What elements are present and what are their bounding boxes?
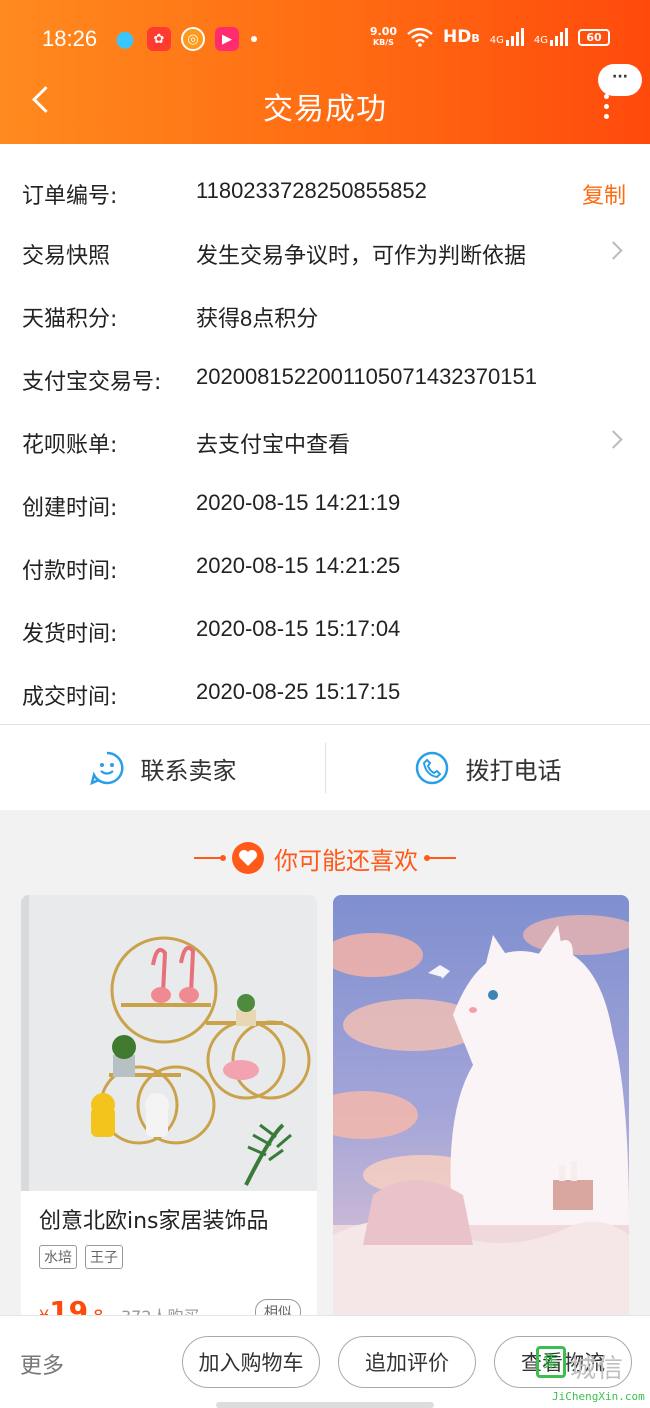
add-review-button[interactable]: 追加评价 bbox=[338, 1336, 476, 1388]
order-number-row: 订单编号: 1180233728250855852 复制 bbox=[0, 174, 650, 214]
product-image bbox=[21, 895, 317, 1191]
notification-icons: ● ✿ ◎ ▶ bbox=[113, 26, 257, 52]
home-indicator[interactable] bbox=[216, 1402, 434, 1408]
contact-actions: 联系卖家 拨打电话 bbox=[0, 724, 650, 810]
watermark: 集 城信 JiChengXin.com bbox=[532, 1346, 650, 1406]
page-title: 交易成功 bbox=[263, 92, 387, 127]
wifi-icon bbox=[407, 27, 433, 47]
deal-time-row: 成交时间: 2020-08-25 15:17:15 bbox=[0, 675, 650, 715]
product-name: 创意北欧ins家居装饰品 bbox=[39, 1209, 269, 1234]
paid-time-value: 2020-08-15 14:21:25 bbox=[196, 553, 401, 578]
signal-2-icon: 4G bbox=[534, 28, 568, 46]
product-tag: 王子 bbox=[85, 1245, 123, 1269]
watermark-logo: 集 bbox=[536, 1346, 566, 1378]
phone-icon bbox=[415, 751, 448, 785]
snapshot-value: 发生交易争议时，可作为判断依据 bbox=[196, 243, 527, 268]
product-card[interactable]: 创意北欧ins家居装饰品 水培 王子 ¥19.8 372人购买 相似 bbox=[21, 895, 317, 1325]
chevron-right-icon bbox=[604, 430, 623, 449]
huabei-row[interactable]: 花呗账单: 去支付宝中查看 bbox=[0, 423, 650, 463]
row-label: 订单编号: bbox=[22, 184, 118, 209]
created-time-value: 2020-08-15 14:21:19 bbox=[196, 490, 401, 515]
product-image bbox=[333, 895, 629, 1325]
order-number-value: 1180233728250855852 bbox=[196, 178, 427, 203]
call-phone-button[interactable]: 拨打电话 bbox=[325, 725, 650, 811]
deal-time-value: 2020-08-25 15:17:15 bbox=[196, 679, 401, 704]
add-to-cart-button[interactable]: 加入购物车 bbox=[182, 1336, 320, 1388]
recommend-title: 你可能还喜欢 bbox=[0, 838, 650, 878]
sim2-label: 4G bbox=[533, 35, 548, 46]
created-time-row: 创建时间: 2020-08-15 14:21:19 bbox=[0, 486, 650, 526]
watermark-text: 城信 bbox=[570, 1354, 625, 1384]
row-label: 成交时间: bbox=[22, 685, 118, 710]
copy-button[interactable]: 复制 bbox=[582, 178, 626, 210]
row-label: 天猫积分: bbox=[22, 307, 118, 332]
shipped-time-value: 2020-08-15 15:17:04 bbox=[196, 616, 401, 641]
hd-label: HD bbox=[443, 27, 472, 47]
status-bar: 18:26 ● ✿ ◎ ▶ 9.00 KB/S HDB 4G 4G 60 bbox=[0, 0, 650, 80]
net-speed-unit: KB/S bbox=[372, 38, 394, 47]
watermark-url: JiChengXin.com bbox=[552, 1390, 645, 1403]
status-time: 18:26 bbox=[42, 26, 98, 51]
battery-level: 60 bbox=[586, 30, 602, 44]
chevron-right-icon bbox=[604, 241, 623, 260]
product-tags: 水培 王子 bbox=[39, 1245, 123, 1269]
call-phone-label: 拨打电话 bbox=[465, 756, 562, 785]
snapshot-row[interactable]: 交易快照 发生交易争议时，可作为判断依据 bbox=[0, 234, 650, 274]
video-app-icon: ▶ bbox=[215, 27, 239, 51]
more-menu-bubble[interactable]: ··· bbox=[598, 64, 642, 96]
alipay-trade-value: 2020081522001105071432370151 bbox=[196, 364, 537, 389]
row-label: 花呗账单: bbox=[22, 433, 118, 458]
product-card[interactable] bbox=[333, 895, 629, 1325]
battery-icon: 60 bbox=[578, 28, 610, 46]
more-button[interactable]: 更多 bbox=[20, 1348, 64, 1380]
sim1-label: 4G bbox=[489, 35, 504, 46]
row-label: 付款时间: bbox=[22, 559, 118, 584]
net-speed: 9.00 KB/S bbox=[370, 26, 397, 48]
title-dash-right bbox=[424, 855, 456, 861]
qq-icon: ● bbox=[115, 26, 135, 52]
contact-seller-label: 联系卖家 bbox=[140, 756, 237, 785]
more-notifications-icon bbox=[251, 36, 257, 42]
row-label: 发货时间: bbox=[22, 622, 118, 647]
order-info-panel: 订单编号: 1180233728250855852 复制 交易快照 发生交易争议… bbox=[0, 144, 650, 724]
row-label: 交易快照 bbox=[22, 244, 111, 269]
kebab-menu-icon[interactable] bbox=[600, 94, 612, 120]
recommend-title-text: 你可能还喜欢 bbox=[274, 846, 418, 875]
app-grid-icon: ✿ bbox=[147, 27, 171, 51]
alipay-trade-row: 支付宝交易号: 2020081522001105071432370151 bbox=[0, 360, 650, 400]
points-value: 获得8点积分 bbox=[196, 306, 319, 331]
status-indicators: 9.00 KB/S HDB 4G 4G 60 bbox=[370, 26, 610, 48]
heart-icon bbox=[232, 842, 264, 874]
hd-suffix: B bbox=[471, 32, 480, 45]
shipped-time-row: 发货时间: 2020-08-15 15:17:04 bbox=[0, 612, 650, 652]
title-dash-left bbox=[194, 855, 226, 861]
signal-1-icon: 4G bbox=[490, 28, 524, 46]
paid-time-row: 付款时间: 2020-08-15 14:21:25 bbox=[0, 549, 650, 589]
contact-seller-button[interactable]: 联系卖家 bbox=[0, 725, 325, 811]
huabei-value: 去支付宝中查看 bbox=[196, 432, 351, 457]
net-speed-value: 9.00 bbox=[369, 25, 398, 38]
row-label: 支付宝交易号: bbox=[22, 370, 162, 395]
hd-indicator: HDB bbox=[443, 27, 480, 47]
chat-smile-icon bbox=[89, 751, 123, 786]
sports-icon: ◎ bbox=[181, 27, 205, 51]
product-tag: 水培 bbox=[39, 1245, 77, 1269]
points-row: 天猫积分: 获得8点积分 bbox=[0, 297, 650, 337]
row-label: 创建时间: bbox=[22, 496, 118, 521]
header: 18:26 ● ✿ ◎ ▶ 9.00 KB/S HDB 4G 4G 60 交易成… bbox=[0, 0, 650, 144]
